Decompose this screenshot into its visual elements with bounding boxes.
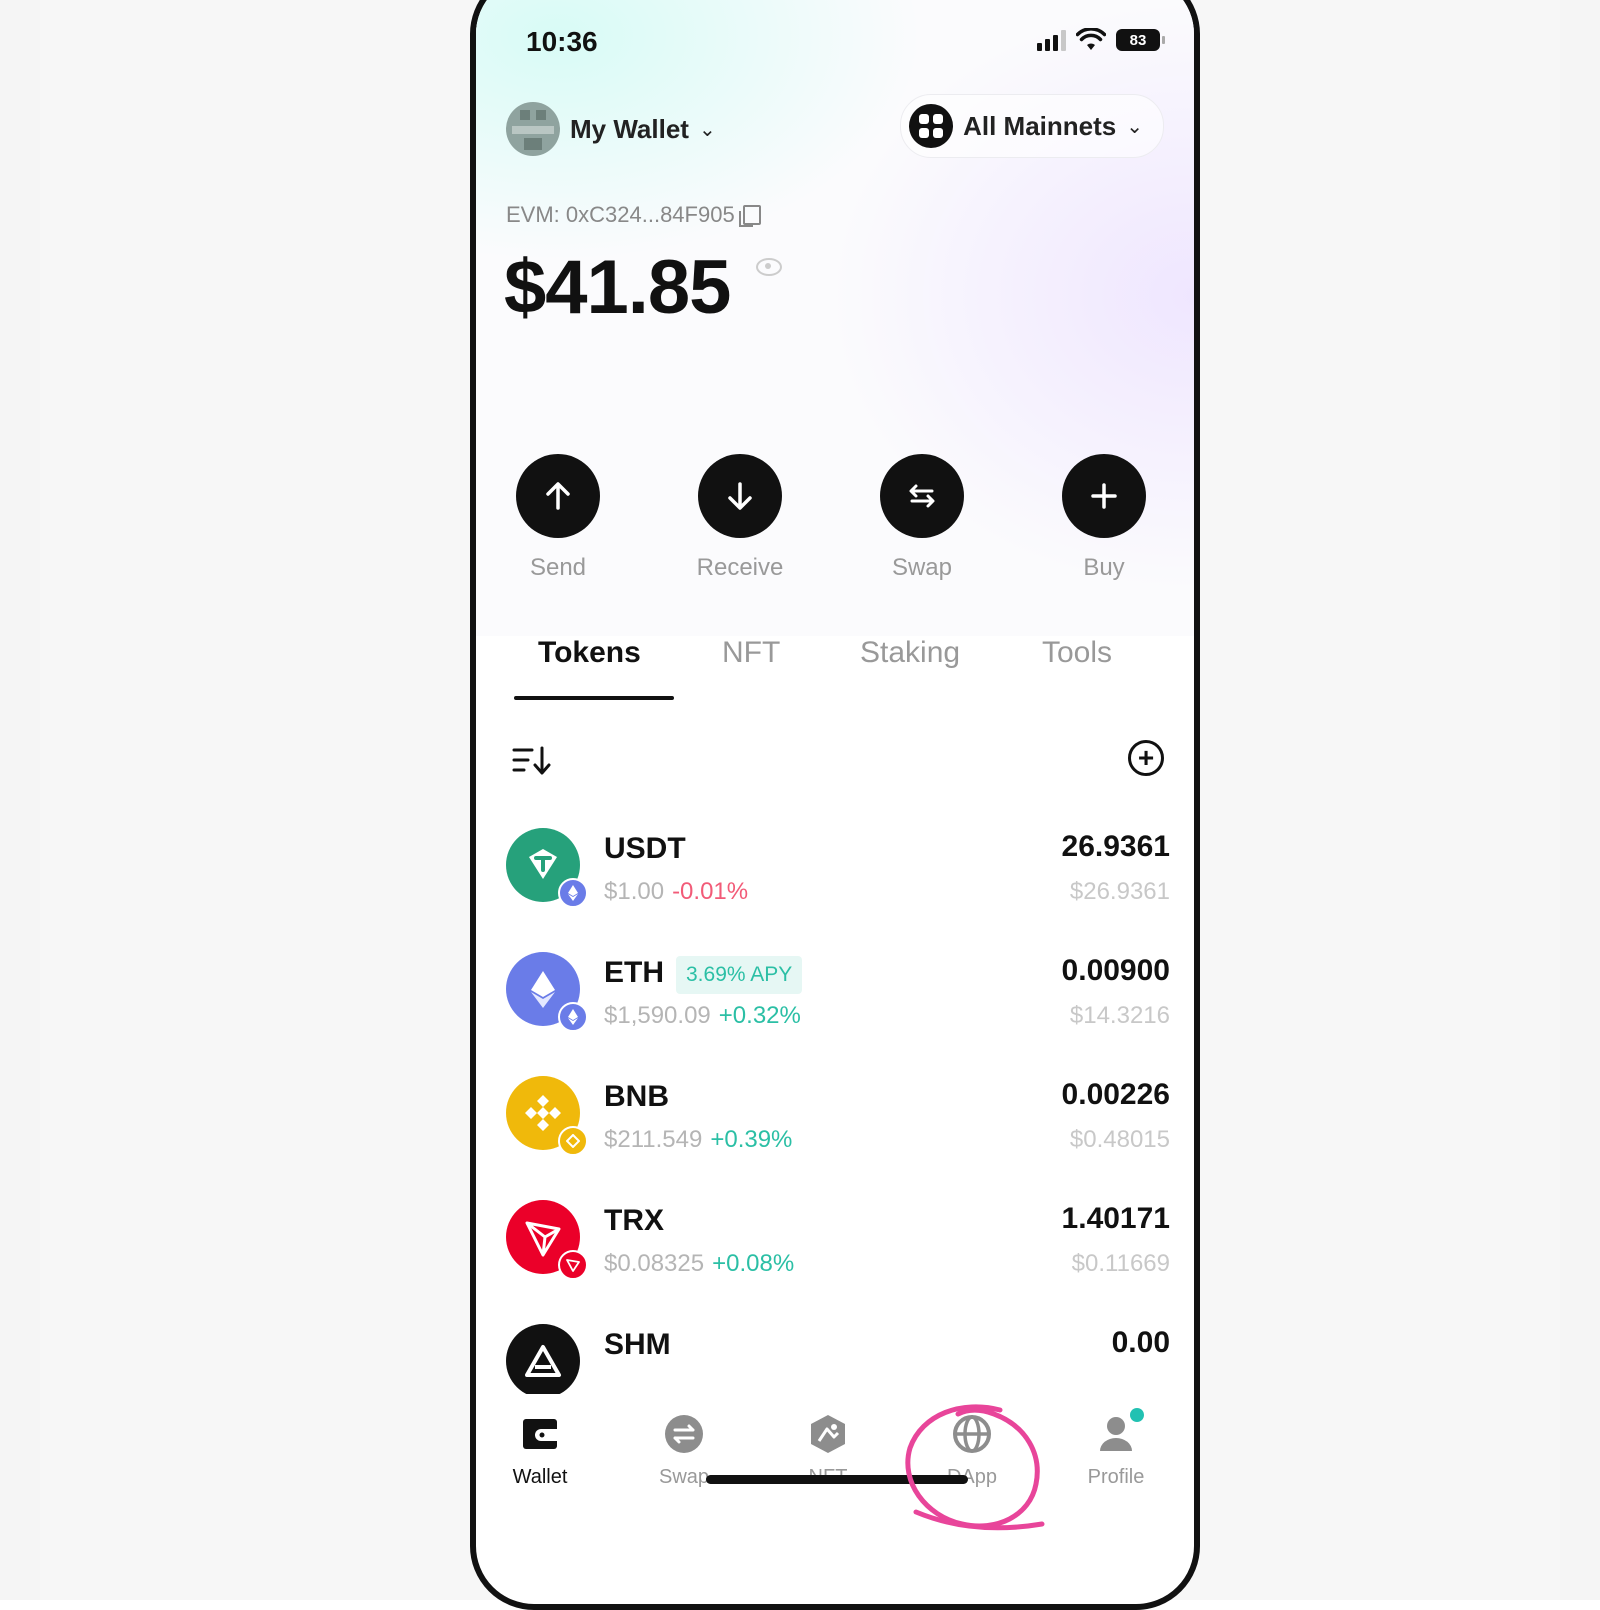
token-row-eth[interactable]: ETH 3.69% APY $1,590.09 +0.32% 0.00900 $1…: [506, 952, 1170, 1052]
token-symbol: USDT: [604, 832, 686, 865]
receive-button[interactable]: Receive: [660, 454, 820, 582]
token-value: $26.9361: [1069, 878, 1170, 905]
token-row-trx[interactable]: TRX $0.08325 +0.08% 1.40171 $0.11669: [506, 1200, 1170, 1300]
nav-profile[interactable]: Profile: [1056, 1408, 1176, 1489]
battery-level: 83: [1129, 31, 1147, 49]
price-change: +0.39%: [710, 1126, 793, 1153]
price-change: +0.08%: [712, 1250, 795, 1277]
nav-wallet[interactable]: Wallet: [480, 1412, 600, 1489]
token-symbol: BNB: [604, 1080, 669, 1113]
plus-icon: [1062, 454, 1146, 538]
grid-icon: [909, 104, 954, 148]
wallet-icon: [518, 1412, 562, 1456]
token-row-usdt[interactable]: USDT $1.00 -0.01% 26.9361 $26.9361: [506, 828, 1170, 928]
price-value: $1.00: [604, 878, 665, 905]
avatar: [506, 102, 560, 156]
token-amount: 0.00900: [1061, 954, 1170, 987]
arrow-up-icon: [516, 454, 600, 538]
phone-frame: 10:36 83 My Wallet ⌄ All Mainnets ⌄ EVM:…: [470, 0, 1200, 1610]
token-price: $211.549 +0.39%: [604, 1126, 792, 1154]
nav-profile-label: Profile: [1087, 1466, 1145, 1488]
token-symbol: TRX: [604, 1204, 664, 1237]
arrow-down-icon: [698, 454, 782, 538]
battery-icon: 83: [1116, 29, 1165, 51]
buy-label: Buy: [1083, 554, 1125, 581]
active-tab-indicator: [514, 696, 674, 700]
address-text: EVM: 0xC324...84F905: [506, 202, 735, 227]
globe-icon: [950, 1412, 994, 1456]
nav-wallet-label: Wallet: [512, 1466, 568, 1488]
signal-icon: [1037, 29, 1066, 51]
nft-icon: [806, 1412, 850, 1456]
send-button[interactable]: Send: [478, 454, 638, 582]
asset-tabs: Tokens NFT Staking Tools: [476, 636, 1194, 700]
ethereum-chain-badge-icon: [558, 878, 588, 908]
price-change: -0.01%: [672, 878, 749, 905]
send-label: Send: [529, 554, 587, 581]
token-price: $0.08325 +0.08%: [604, 1250, 794, 1278]
status-bar: 10:36 83: [476, 24, 1194, 64]
token-value: $0.11669: [1071, 1250, 1170, 1277]
token-price: $1,590.09 +0.32%: [604, 1002, 801, 1030]
notification-dot: [1130, 1408, 1144, 1422]
shm-logo-icon: [506, 1324, 580, 1398]
add-token-icon[interactable]: +: [1128, 740, 1164, 776]
wallet-selector[interactable]: My Wallet ⌄: [506, 102, 716, 156]
wallet-address: EVM: 0xC324...84F905: [506, 202, 761, 228]
total-balance: $41.85: [504, 245, 731, 330]
bnb-chain-badge-icon: [558, 1126, 588, 1156]
tab-nft[interactable]: NFT: [722, 636, 780, 670]
token-row-bnb[interactable]: BNB $211.549 +0.39% 0.00226 $0.48015: [506, 1076, 1170, 1176]
token-value: $14.3216: [1069, 1002, 1170, 1029]
token-price: $1.00 -0.01%: [604, 878, 748, 906]
swap-button[interactable]: Swap: [842, 454, 1002, 582]
network-label: All Mainnets: [963, 110, 1117, 141]
wallet-name: My Wallet: [570, 113, 689, 144]
apy-badge: 3.69% APY: [676, 956, 803, 994]
token-amount: 0.00: [1111, 1326, 1170, 1359]
price-change: +0.32%: [718, 1002, 801, 1029]
copy-icon[interactable]: [738, 205, 761, 227]
wifi-icon: [1076, 28, 1106, 50]
swap-icon: [662, 1412, 706, 1456]
home-indicator: [706, 1475, 968, 1484]
token-symbol: SHM: [604, 1328, 671, 1361]
backdrop-left: [0, 0, 40, 1600]
swap-label: Swap: [891, 554, 953, 581]
token-amount: 26.9361: [1061, 830, 1170, 863]
chevron-down-icon: ⌄: [1126, 115, 1143, 138]
token-amount: 0.00226: [1061, 1078, 1170, 1111]
swap-arrows-icon: [880, 454, 964, 538]
tron-chain-badge-icon: [558, 1250, 588, 1280]
network-selector[interactable]: All Mainnets ⌄: [900, 94, 1164, 158]
token-amount: 1.40171: [1061, 1202, 1170, 1235]
eye-icon[interactable]: [756, 258, 782, 276]
tab-staking[interactable]: Staking: [860, 636, 960, 670]
bottom-nav: Wallet Swap NFT DApp Profile: [476, 1394, 1194, 1544]
price-value: $0.08325: [604, 1250, 705, 1277]
price-value: $211.549: [604, 1126, 703, 1153]
backdrop-right: [1560, 0, 1600, 1600]
price-value: $1,590.09: [604, 1002, 711, 1029]
receive-label: Receive: [696, 554, 784, 581]
sort-icon[interactable]: [512, 744, 552, 778]
token-symbol: ETH: [604, 956, 664, 989]
buy-button[interactable]: Buy: [1024, 454, 1184, 582]
token-value: $0.48015: [1069, 1126, 1170, 1153]
tab-tools[interactable]: Tools: [1042, 636, 1112, 670]
status-time: 10:36: [526, 26, 598, 57]
chevron-down-icon: ⌄: [698, 118, 716, 141]
ethereum-chain-badge-icon: [558, 1002, 588, 1032]
tab-tokens[interactable]: Tokens: [538, 636, 641, 670]
